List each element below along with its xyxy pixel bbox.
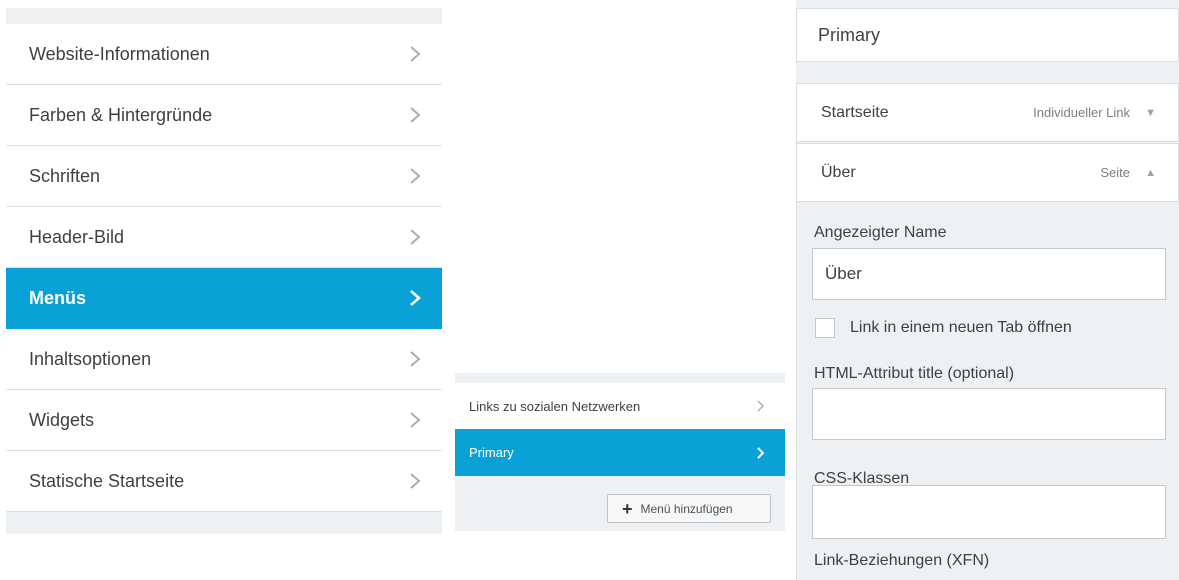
chevron-right-icon [408, 105, 422, 125]
collapse-up-icon[interactable]: ▲ [1145, 167, 1156, 179]
menu-item-ueber[interactable]: Über Seite ▲ [796, 143, 1179, 202]
chevron-right-icon [408, 471, 422, 491]
plus-icon: + [622, 498, 633, 519]
expand-down-icon[interactable]: ▼ [1145, 107, 1156, 119]
menu-item-title: Über [821, 163, 856, 181]
section-header-image[interactable]: Header-Bild [6, 207, 442, 268]
section-label: Inhaltsoptionen [29, 348, 152, 369]
css-classes-input[interactable] [812, 485, 1166, 539]
menu-primary[interactable]: Primary [455, 429, 785, 476]
customizer-section-list: Website-Informationen Farben & Hintergrü… [6, 24, 442, 512]
menu-label: Links zu sozialen Netzwerken [469, 398, 641, 414]
add-menu-button[interactable]: + Menü hinzufügen [607, 494, 771, 523]
display-name-label: Angezeigter Name [814, 224, 947, 241]
chevron-right-icon [408, 166, 422, 186]
chevron-right-icon [756, 446, 765, 460]
new-tab-option[interactable]: Link in einem neuen Tab öffnen [815, 318, 1072, 338]
chevron-right-icon [408, 410, 422, 430]
section-static-front-page[interactable]: Statische Startseite [6, 451, 442, 512]
section-colors-backgrounds[interactable]: Farben & Hintergründe [6, 85, 442, 146]
menu-social-links[interactable]: Links zu sozialen Netzwerken [455, 383, 785, 430]
menu-item-type: Individueller Link [1033, 105, 1130, 120]
add-menu-label: Menü hinzufügen [640, 501, 733, 516]
display-name-input[interactable] [812, 248, 1166, 300]
section-widgets[interactable]: Widgets [6, 390, 442, 451]
title-attribute-input[interactable] [812, 388, 1166, 440]
customizer-sections-panel: Website-Informationen Farben & Hintergrü… [6, 8, 442, 534]
chevron-right-icon [408, 44, 422, 64]
new-tab-checkbox[interactable] [815, 318, 835, 338]
chevron-right-icon [408, 349, 422, 369]
section-label: Widgets [29, 409, 95, 430]
menu-name-heading: Primary [796, 8, 1179, 62]
new-tab-label: Link in einem neuen Tab öffnen [850, 319, 1072, 336]
chevron-right-icon [408, 227, 422, 247]
section-menus[interactable]: Menüs [6, 268, 442, 329]
menu-item-type: Seite [1100, 165, 1130, 180]
menu-item-startseite[interactable]: Startseite Individueller Link ▼ [796, 83, 1179, 142]
section-content-options[interactable]: Inhaltsoptionen [6, 329, 442, 390]
section-label: Menüs [29, 287, 87, 308]
menu-label: Primary [469, 445, 514, 460]
section-label: Header-Bild [29, 226, 125, 247]
title-attribute-label: HTML-Attribut title (optional) [814, 365, 1015, 382]
section-label: Farben & Hintergründe [29, 104, 213, 125]
menu-editor-panel: Primary Startseite Individueller Link ▼ … [796, 0, 1179, 580]
section-label: Statische Startseite [29, 470, 185, 491]
menu-item-title: Startseite [821, 103, 889, 121]
section-website-info[interactable]: Website-Informationen [6, 24, 442, 85]
section-label: Website-Informationen [29, 43, 210, 64]
menus-panel: Links zu sozialen Netzwerken Primary + M… [455, 373, 785, 531]
chevron-right-icon [408, 288, 422, 308]
menu-item-settings: Angezeigter Name Link in einem neuen Tab… [796, 202, 1179, 580]
section-fonts[interactable]: Schriften [6, 146, 442, 207]
section-label: Schriften [29, 165, 101, 186]
chevron-right-icon [756, 399, 765, 413]
xfn-label: Link-Beziehungen (XFN) [814, 552, 990, 569]
